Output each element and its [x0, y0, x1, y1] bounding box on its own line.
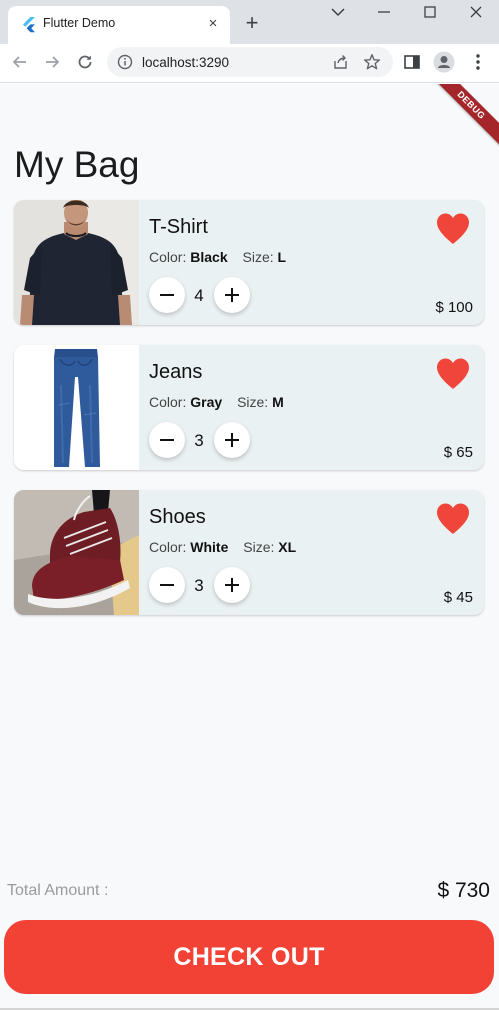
decrease-quantity-button[interactable] — [149, 277, 185, 313]
heart-icon[interactable] — [435, 212, 471, 246]
side-panel-icon[interactable] — [402, 52, 422, 72]
tab-title: Flutter Demo — [43, 16, 116, 30]
browser-toolbar: localhost:3290 — [0, 44, 499, 83]
total-amount-value: $ 730 — [437, 879, 490, 902]
checkout-button[interactable]: CHECK OUT — [4, 920, 494, 994]
t-shirt-image — [14, 200, 139, 325]
shoes-image — [14, 490, 139, 615]
item-name: Jeans — [149, 361, 203, 383]
increase-quantity-button[interactable] — [214, 567, 250, 603]
item-price: $ 65 — [443, 444, 473, 461]
color-label: Color: — [149, 249, 187, 265]
share-icon[interactable] — [332, 53, 350, 71]
jeans-image — [14, 345, 139, 470]
item-attributes: Color: Black Size: L — [149, 249, 297, 265]
bookmark-star-icon[interactable] — [363, 53, 381, 71]
flutter-icon — [23, 17, 35, 33]
item-name: Shoes — [149, 506, 206, 528]
color-value: Gray — [190, 394, 223, 410]
heart-icon[interactable] — [435, 357, 471, 391]
tab-close-button[interactable]: × — [205, 16, 221, 32]
size-value: XL — [278, 539, 297, 555]
reload-icon[interactable] — [75, 52, 95, 72]
item-name: T-Shirt — [149, 216, 208, 238]
total-amount-label: Total Amount : — [7, 882, 109, 899]
close-window-icon[interactable] — [468, 4, 484, 20]
browser-tab[interactable]: Flutter Demo × — [8, 6, 230, 44]
minus-icon — [160, 584, 174, 586]
color-value: Black — [190, 249, 228, 265]
quantity-value: 3 — [194, 576, 204, 595]
minus-icon — [160, 294, 174, 296]
size-label: Size: — [237, 394, 269, 410]
cart-item-card[interactable]: T-Shirt Color: Black Size: L 4 $ 100 — [14, 200, 484, 325]
item-price: $ 45 — [443, 589, 473, 606]
new-tab-button[interactable]: + — [241, 12, 263, 34]
page-title: My Bag — [14, 144, 140, 185]
plus-icon — [225, 433, 239, 447]
back-icon[interactable] — [10, 52, 30, 72]
size-value: M — [272, 394, 284, 410]
color-value: White — [190, 539, 229, 555]
decrease-quantity-button[interactable] — [149, 567, 185, 603]
url-text[interactable]: localhost:3290 — [142, 55, 229, 70]
app-viewport: DEBUG My Bag T-Shirt Color: Black Size: … — [0, 84, 499, 1010]
item-attributes: Color: Gray Size: M — [149, 394, 295, 410]
more-menu-icon[interactable] — [468, 52, 488, 72]
cart-item-card[interactable]: Jeans Color: Gray Size: M 3 $ 65 — [14, 345, 484, 470]
minimize-icon[interactable] — [376, 4, 392, 20]
item-attributes: Color: White Size: XL — [149, 539, 307, 555]
quantity-value: 4 — [194, 286, 204, 305]
profile-avatar-icon[interactable] — [433, 51, 455, 73]
item-price: $ 100 — [435, 299, 473, 316]
increase-quantity-button[interactable] — [214, 422, 250, 458]
size-label: Size: — [242, 249, 274, 265]
address-bar[interactable]: localhost:3290 — [107, 47, 393, 77]
forward-icon[interactable] — [42, 52, 62, 72]
browser-tab-bar: Flutter Demo × + — [0, 0, 499, 44]
minus-icon — [160, 439, 174, 441]
color-label: Color: — [149, 539, 187, 555]
chevron-down-icon[interactable] — [330, 4, 346, 20]
info-icon[interactable] — [117, 54, 133, 70]
plus-icon — [225, 578, 239, 592]
size-label: Size: — [243, 539, 275, 555]
heart-icon[interactable] — [435, 502, 471, 536]
size-value: L — [277, 249, 287, 265]
color-label: Color: — [149, 394, 187, 410]
cart-item-card[interactable]: Shoes Color: White Size: XL 3 $ 45 — [14, 490, 484, 615]
increase-quantity-button[interactable] — [214, 277, 250, 313]
debug-banner: DEBUG — [426, 84, 499, 151]
quantity-value: 3 — [194, 431, 204, 450]
maximize-icon[interactable] — [422, 4, 438, 20]
decrease-quantity-button[interactable] — [149, 422, 185, 458]
plus-icon — [225, 288, 239, 302]
